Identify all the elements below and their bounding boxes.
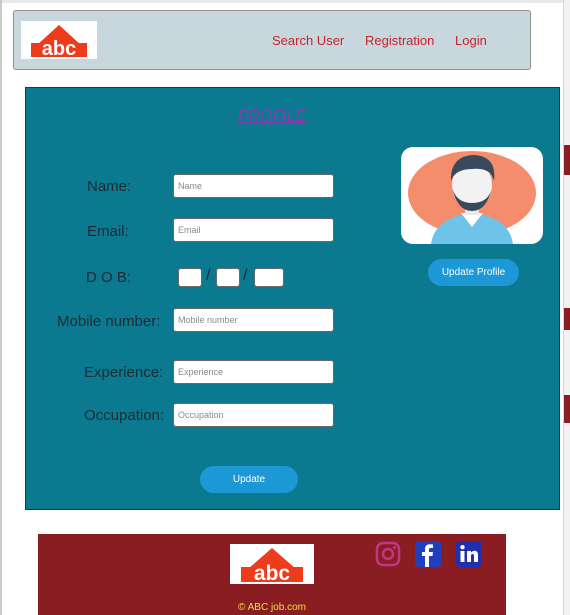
footer-abc-logo[interactable]: abc	[230, 544, 314, 584]
window-left-edge	[0, 0, 2, 615]
logo-text: abc	[42, 38, 76, 59]
dob-label: D O B:	[86, 269, 132, 286]
mobile-input[interactable]	[173, 308, 334, 332]
copyright-text: © ABC job.com	[238, 602, 306, 613]
linkedin-icon[interactable]	[456, 541, 482, 567]
dob-separator: /	[206, 267, 211, 284]
scroll-marker	[564, 395, 570, 423]
update-button[interactable]: Update	[200, 466, 298, 493]
name-input[interactable]	[173, 174, 334, 198]
nav-registration[interactable]: Registration	[365, 33, 434, 48]
instagram-icon[interactable]	[375, 541, 401, 567]
experience-input[interactable]	[173, 360, 334, 384]
dob-month-input[interactable]	[216, 268, 240, 287]
occupation-label: Occupation:	[84, 407, 165, 424]
site-footer: abc © ABC job.com	[38, 534, 506, 615]
mobile-label: Mobile number:	[57, 313, 161, 330]
name-label: Name:	[87, 178, 132, 195]
update-profile-button[interactable]: Update Profile	[428, 259, 519, 286]
facebook-icon[interactable]	[415, 541, 441, 567]
profile-title: PROFILE	[237, 108, 307, 125]
email-label: Email:	[87, 223, 129, 240]
profile-avatar	[401, 147, 543, 244]
experience-label: Experience:	[84, 364, 164, 381]
window-scrollbar[interactable]	[563, 0, 570, 615]
nav-search-user[interactable]: Search User	[272, 33, 344, 48]
dob-separator: /	[243, 267, 248, 284]
profile-panel: PROFILE Name: Email: D O B: / / Mobile n…	[25, 87, 560, 510]
window-top-edge	[0, 0, 570, 3]
email-input[interactable]	[173, 218, 334, 242]
footer-logo-text: abc	[254, 562, 291, 584]
scroll-marker	[564, 308, 570, 330]
site-header: abc Search User Registration Login	[13, 10, 531, 70]
dob-year-input[interactable]	[254, 268, 284, 287]
nav-login[interactable]: Login	[455, 33, 487, 48]
dob-day-input[interactable]	[178, 268, 202, 287]
abc-logo[interactable]: abc	[21, 21, 97, 59]
scroll-marker	[564, 145, 570, 175]
occupation-input[interactable]	[173, 403, 334, 427]
